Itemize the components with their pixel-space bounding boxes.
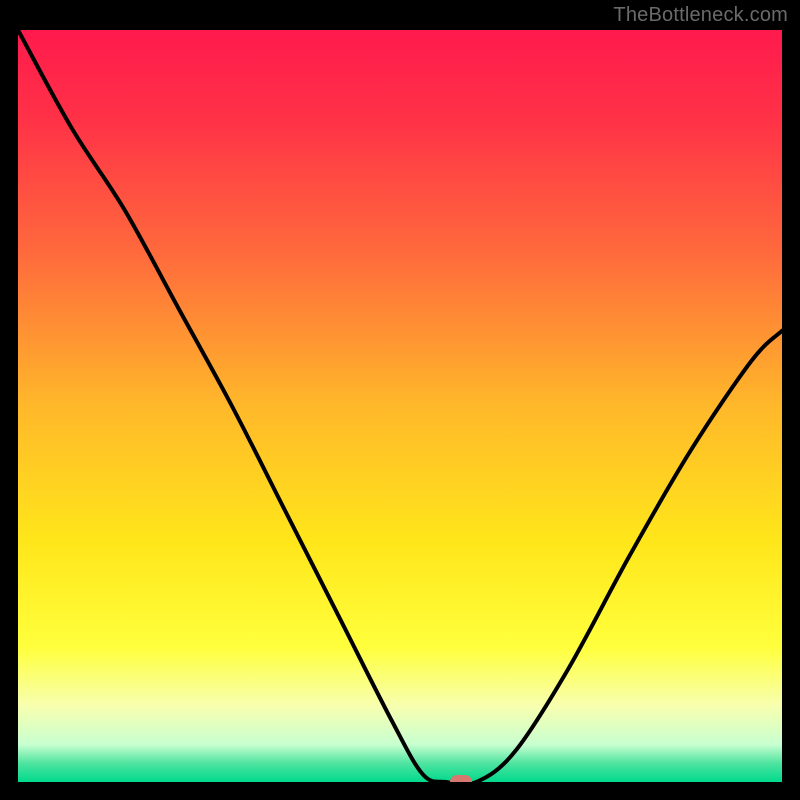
chart-frame: TheBottleneck.com (0, 0, 800, 800)
plot-svg (18, 30, 782, 782)
gradient-background (18, 30, 782, 782)
watermark-text: TheBottleneck.com (613, 4, 788, 27)
plot-area (18, 30, 782, 782)
optimal-point-marker (450, 775, 472, 782)
